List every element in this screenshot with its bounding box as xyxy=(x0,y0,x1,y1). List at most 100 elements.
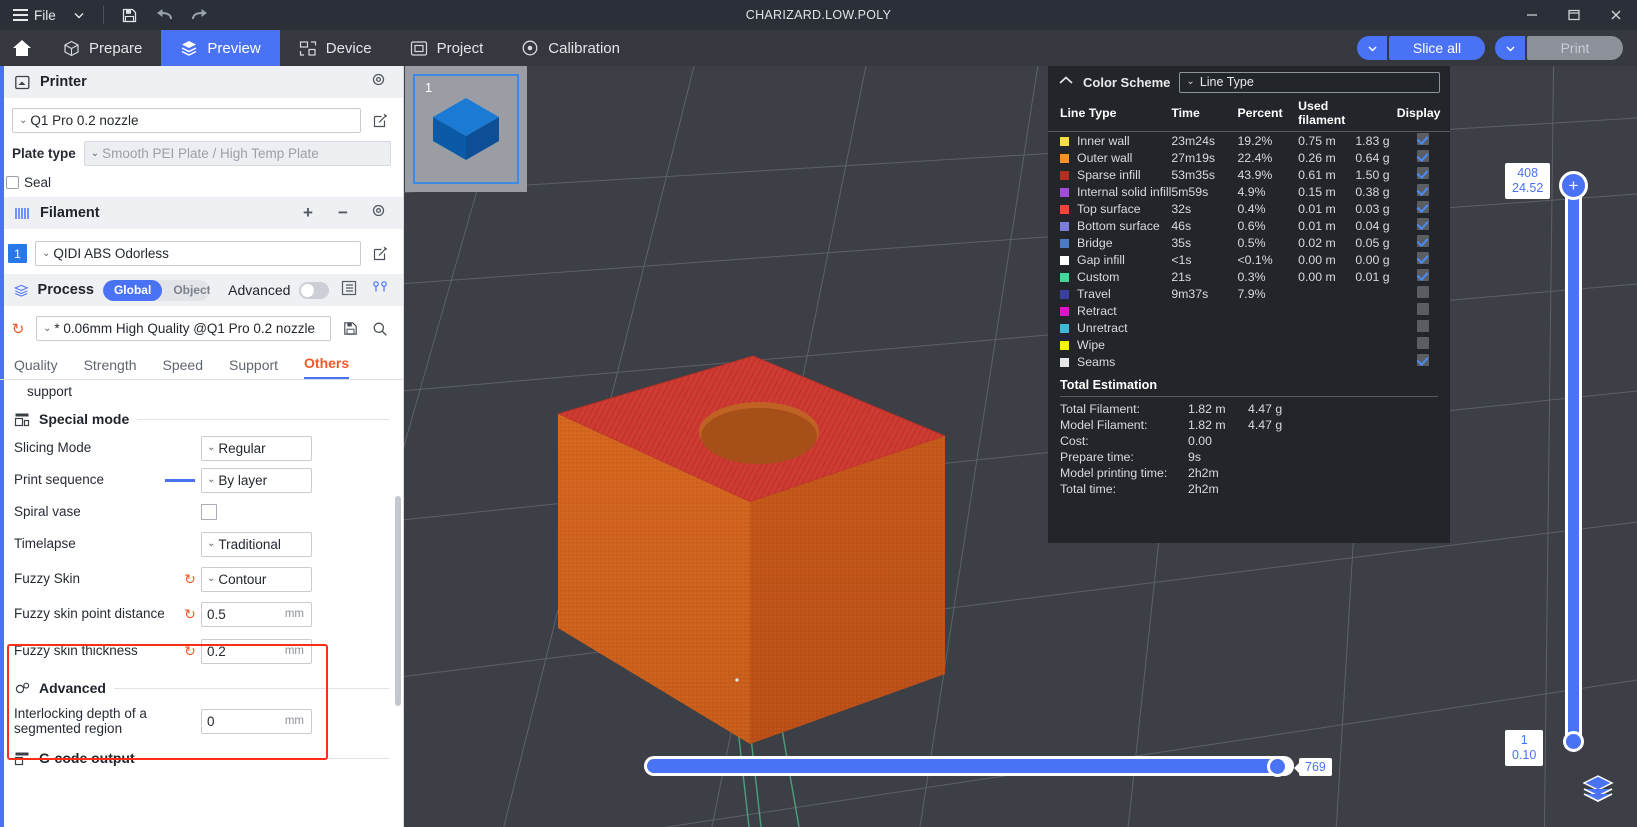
redo-icon[interactable] xyxy=(183,2,217,28)
display-checkbox[interactable] xyxy=(1417,252,1429,264)
display-checkbox[interactable] xyxy=(1417,201,1429,213)
parameter-list-icon[interactable] xyxy=(338,280,360,301)
display-checkbox[interactable] xyxy=(1417,337,1429,349)
display-checkbox[interactable] xyxy=(1417,218,1429,230)
seal-checkbox[interactable] xyxy=(6,176,19,189)
display-cell[interactable] xyxy=(1397,149,1450,166)
plate-thumbnail[interactable]: 1 xyxy=(405,66,527,192)
fuzzy-skin-point-distance-input[interactable]: 0.5 mm xyxy=(201,602,312,627)
display-checkbox[interactable] xyxy=(1417,167,1429,179)
display-checkbox[interactable] xyxy=(1417,286,1429,298)
compare-presets-icon[interactable] xyxy=(369,280,391,301)
tab-device[interactable]: Device xyxy=(280,30,391,66)
display-cell[interactable] xyxy=(1397,166,1450,183)
filament-edit-icon[interactable] xyxy=(369,246,391,261)
file-menu-button[interactable]: File xyxy=(6,2,63,28)
tab-quality[interactable]: Quality xyxy=(14,357,58,379)
fuzzy-skin-thickness-input[interactable]: 0.2 mm xyxy=(201,639,312,664)
table-row[interactable]: Custom21s0.3%0.00 m0.01 g xyxy=(1048,268,1450,285)
fuzzy-skin-combo[interactable]: ⌄ Contour xyxy=(201,567,312,592)
interlocking-depth-input[interactable]: 0 mm xyxy=(201,709,312,734)
table-row[interactable]: Gap infill<1s<0.1%0.00 m0.00 g xyxy=(1048,251,1450,268)
moves-slider-handle[interactable] xyxy=(1267,756,1288,777)
save-process-icon[interactable] xyxy=(339,321,361,336)
display-cell[interactable] xyxy=(1397,183,1450,200)
slicing-mode-combo[interactable]: ⌄ Regular xyxy=(201,436,312,461)
display-cell[interactable] xyxy=(1397,234,1450,251)
close-icon[interactable] xyxy=(1595,0,1637,30)
layer-slider-top-handle[interactable]: + xyxy=(1559,171,1588,200)
table-row[interactable]: Bridge35s0.5%0.02 m0.05 g xyxy=(1048,234,1450,251)
table-row[interactable]: Unretract xyxy=(1048,319,1450,336)
slice-all-chevron-down-icon[interactable] xyxy=(1357,36,1387,60)
3d-viewport[interactable]: 1 Color Scheme ⌄ Line Type Line Type Tim… xyxy=(404,66,1637,827)
table-row[interactable]: Sparse infill53m35s43.9%0.61 m1.50 g xyxy=(1048,166,1450,183)
table-row[interactable]: Wipe xyxy=(1048,336,1450,353)
filament-settings-gear-icon[interactable] xyxy=(365,202,391,224)
tab-support[interactable]: Support xyxy=(229,357,278,379)
tab-project[interactable]: Project xyxy=(391,30,503,66)
tab-strength[interactable]: Strength xyxy=(84,357,137,379)
print-sequence-combo[interactable]: ⌄ By layer xyxy=(201,468,312,493)
display-cell[interactable] xyxy=(1397,268,1450,285)
display-cell[interactable] xyxy=(1397,336,1450,353)
tab-speed[interactable]: Speed xyxy=(163,357,203,379)
moves-slider[interactable]: 769 xyxy=(644,747,1554,787)
table-row[interactable]: Top surface32s0.4%0.01 m0.03 g xyxy=(1048,200,1450,217)
display-checkbox[interactable] xyxy=(1417,303,1429,315)
layer-slider-bottom-handle[interactable] xyxy=(1563,731,1584,752)
process-scope-objects[interactable]: Objects xyxy=(162,280,210,301)
minimize-icon[interactable] xyxy=(1511,0,1553,30)
display-checkbox[interactable] xyxy=(1417,150,1429,162)
display-cell[interactable] xyxy=(1397,319,1450,336)
display-checkbox[interactable] xyxy=(1417,320,1429,332)
printer-settings-gear-icon[interactable] xyxy=(365,71,391,93)
reset-fuzzy-skin-icon[interactable]: ↻ xyxy=(179,571,201,588)
tab-prepare[interactable]: Prepare xyxy=(44,30,161,66)
display-cell[interactable] xyxy=(1397,285,1450,302)
search-process-icon[interactable] xyxy=(369,321,391,337)
timelapse-combo[interactable]: ⌄ Traditional xyxy=(201,532,312,557)
spiral-vase-checkbox[interactable] xyxy=(201,504,217,520)
menu-chevron-down-icon[interactable] xyxy=(65,2,93,28)
collapse-chevron-up-icon[interactable] xyxy=(1058,74,1074,90)
display-cell[interactable] xyxy=(1397,302,1450,319)
home-icon[interactable] xyxy=(0,30,44,66)
display-checkbox[interactable] xyxy=(1417,354,1429,366)
tab-calibration[interactable]: Calibration xyxy=(502,30,639,66)
printer-edit-icon[interactable] xyxy=(369,113,391,128)
add-filament-button[interactable]: + xyxy=(295,203,321,223)
reset-fuzzy-thickness-icon[interactable]: ↻ xyxy=(179,643,201,660)
advanced-toggle[interactable] xyxy=(299,282,328,299)
table-row[interactable]: Bottom surface46s0.6%0.01 m0.04 g xyxy=(1048,217,1450,234)
display-checkbox[interactable] xyxy=(1417,184,1429,196)
table-row[interactable]: Retract xyxy=(1048,302,1450,319)
plate-type-combo[interactable]: ⌄ Smooth PEI Plate / High Temp Plate xyxy=(84,141,391,166)
display-cell[interactable] xyxy=(1397,353,1450,370)
table-row[interactable]: Outer wall27m19s22.4%0.26 m0.64 g xyxy=(1048,149,1450,166)
layer-slider[interactable]: 408 24.52 + 1 0.10 xyxy=(1537,171,1607,771)
save-icon[interactable] xyxy=(114,2,145,28)
color-scheme-select[interactable]: ⌄ Line Type xyxy=(1179,72,1440,93)
maximize-icon[interactable] xyxy=(1553,0,1595,30)
reset-process-icon[interactable]: ↻ xyxy=(8,320,28,338)
table-row[interactable]: Inner wall23m24s19.2%0.75 m1.83 g xyxy=(1048,132,1450,150)
reset-fuzzy-point-distance-icon[interactable]: ↻ xyxy=(179,606,201,623)
filament-preset-combo[interactable]: ⌄ QIDI ABS Odorless xyxy=(35,241,361,266)
display-checkbox[interactable] xyxy=(1417,269,1429,281)
process-scope-global[interactable]: Global xyxy=(103,280,162,301)
process-scope-toggle[interactable]: Global Objects xyxy=(103,280,210,301)
display-cell[interactable] xyxy=(1397,132,1450,150)
process-preset-combo[interactable]: ⌄ * 0.06mm High Quality @Q1 Pro 0.2 nozz… xyxy=(36,316,331,341)
tab-others[interactable]: Others xyxy=(304,355,349,379)
filament-index-badge[interactable]: 1 xyxy=(8,244,27,263)
print-button[interactable]: Print xyxy=(1527,36,1623,60)
display-cell[interactable] xyxy=(1397,217,1450,234)
display-checkbox[interactable] xyxy=(1417,133,1429,145)
display-checkbox[interactable] xyxy=(1417,235,1429,247)
print-split-button[interactable]: Print xyxy=(1495,36,1623,60)
tab-preview[interactable]: Preview xyxy=(161,30,279,66)
slice-all-split-button[interactable]: Slice all xyxy=(1357,36,1485,60)
remove-filament-button[interactable]: − xyxy=(330,203,356,223)
settings-scrollbar[interactable] xyxy=(395,496,401,706)
